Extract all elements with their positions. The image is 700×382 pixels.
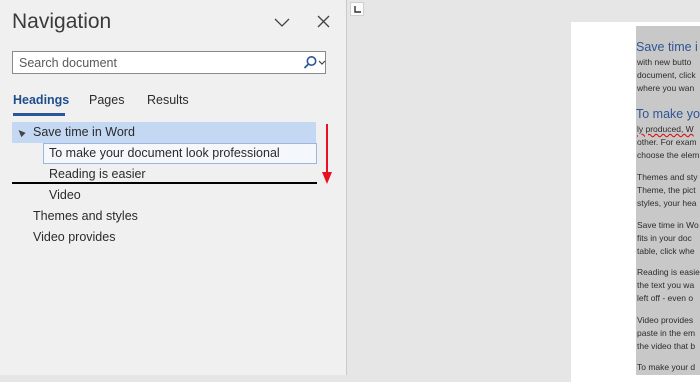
heading-item-video[interactable]: Video — [49, 185, 81, 206]
document-selection[interactable]: Save time i with new butto document, cli… — [636, 26, 700, 375]
doc-text-line: where you wan — [637, 83, 695, 93]
doc-text-line: Reading is easie — [637, 267, 700, 277]
doc-heading: To make yo — [636, 107, 700, 121]
drop-indicator-line — [12, 182, 317, 184]
heading-item-themes[interactable]: Themes and styles — [33, 206, 138, 227]
dropdown-icon[interactable] — [318, 59, 326, 67]
doc-text-line: the video that b — [637, 341, 696, 351]
heading-label: Reading is easier — [49, 167, 146, 181]
doc-text-line: Theme, the pict — [637, 185, 696, 195]
doc-text-line: styles, your hea — [637, 198, 697, 208]
doc-heading: Save time i — [636, 40, 698, 54]
doc-text-line: with new butto — [637, 57, 692, 67]
doc-text-line: Save time in Wo — [637, 220, 699, 230]
search-input[interactable] — [13, 52, 299, 73]
doc-text-line: table, click whe — [637, 246, 695, 256]
heading-item-dragging[interactable]: To make your document look professional — [43, 143, 317, 164]
doc-text-line: To make your d — [637, 362, 696, 372]
doc-text-line: ly produced, W — [637, 124, 694, 134]
doc-text-line: choose the elem — [637, 150, 700, 160]
doc-text-line: Themes and sty — [637, 172, 698, 182]
doc-text-line: paste in the em — [637, 328, 696, 338]
heading-label: To make your document look professional — [49, 146, 280, 160]
heading-label: Video provides — [33, 230, 116, 244]
drag-arrow-icon — [322, 124, 332, 184]
pane-title: Navigation — [12, 10, 112, 33]
heading-label: Themes and styles — [33, 209, 138, 223]
heading-label: Save time in Word — [33, 125, 135, 139]
collapse-triangle-icon[interactable] — [16, 127, 26, 138]
doc-text-line: document, click — [637, 70, 696, 80]
doc-text-line: ly produced, W — [637, 124, 694, 134]
tab-pages[interactable]: Pages — [89, 93, 124, 107]
close-icon[interactable] — [314, 12, 334, 32]
ruler-tab-icon — [354, 6, 361, 13]
doc-text-line: fits in your doc — [637, 233, 692, 243]
heading-item-video-provides[interactable]: Video provides — [33, 227, 115, 248]
tab-headings[interactable]: Headings — [13, 93, 69, 107]
search-icon[interactable] — [302, 55, 318, 71]
chevron-down-icon[interactable] — [272, 12, 292, 32]
tab-results[interactable]: Results — [147, 93, 189, 107]
doc-text-line: the text you wa — [637, 280, 695, 290]
doc-text-line: other. For exam — [637, 137, 697, 147]
doc-text-line: Video provides — [637, 315, 694, 325]
heading-item-save-time[interactable]: Save time in Word — [12, 122, 316, 143]
doc-text-line: left off - even o — [637, 293, 694, 303]
ruler-tab-selector[interactable] — [350, 2, 364, 16]
active-tab-underline — [13, 113, 65, 116]
navigation-pane: Navigation Headings Pages Results Save t… — [0, 0, 347, 375]
search-box[interactable] — [12, 51, 326, 74]
heading-label: Video — [49, 188, 81, 202]
